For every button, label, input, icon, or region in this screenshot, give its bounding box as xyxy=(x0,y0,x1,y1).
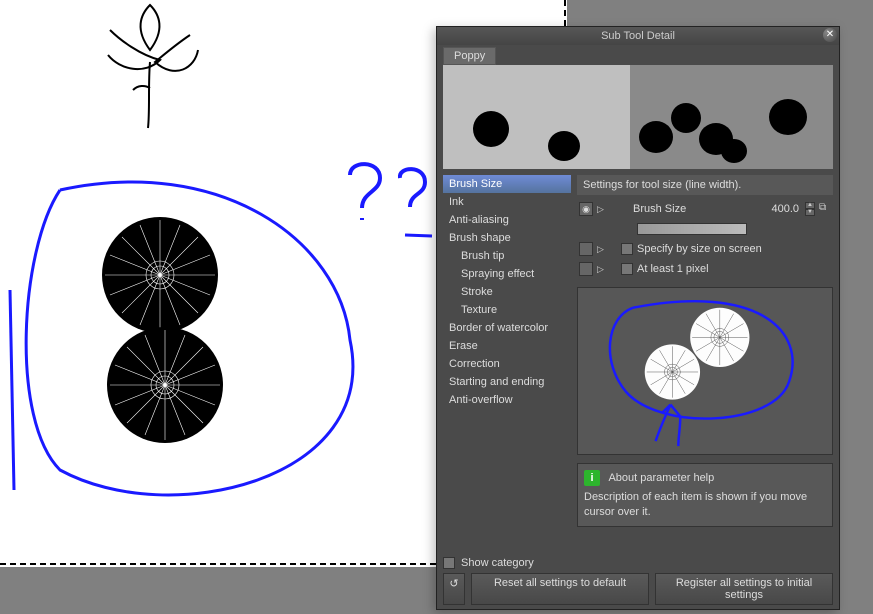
category-item[interactable]: Spraying effect xyxy=(443,265,571,283)
category-item[interactable]: Anti-overflow xyxy=(443,391,571,409)
brush-stroke-preview xyxy=(443,65,833,169)
specify-checkbox[interactable] xyxy=(621,243,633,255)
brush-size-value[interactable] xyxy=(751,201,801,217)
info-icon: i xyxy=(584,470,600,486)
category-item[interactable]: Stroke xyxy=(443,283,571,301)
eye-toggle-icon[interactable]: ◉ xyxy=(579,202,593,216)
atleast-label: At least 1 pixel xyxy=(637,263,709,275)
eye-toggle-icon[interactable] xyxy=(579,242,593,256)
settings-heading: Settings for tool size (line width). xyxy=(577,175,833,195)
panel-titlebar[interactable]: Sub Tool Detail ✕ xyxy=(437,27,839,45)
atleast-checkbox[interactable] xyxy=(621,263,633,275)
help-body: Description of each item is shown if you… xyxy=(584,490,826,520)
category-item[interactable]: Brush tip xyxy=(443,247,571,265)
category-item[interactable]: Starting and ending xyxy=(443,373,571,391)
category-list: Brush SizeInkAnti-aliasingBrush shapeBru… xyxy=(443,175,571,565)
show-category-checkbox[interactable] xyxy=(443,557,455,569)
category-item[interactable]: Border of watercolor xyxy=(443,319,571,337)
category-item[interactable]: Texture xyxy=(443,301,571,319)
close-icon[interactable]: ✕ xyxy=(823,28,837,42)
brush-size-label: Brush Size xyxy=(633,203,686,215)
brush-name-tab[interactable]: Poppy xyxy=(443,47,496,65)
category-item[interactable]: Correction xyxy=(443,355,571,373)
reset-button[interactable]: Reset all settings to default xyxy=(471,573,649,605)
eye-toggle-icon[interactable] xyxy=(579,262,593,276)
category-item[interactable]: Erase xyxy=(443,337,571,355)
expand-icon[interactable]: ▷ xyxy=(597,242,607,256)
panel-title: Sub Tool Detail xyxy=(601,30,675,42)
brush-size-slider[interactable] xyxy=(637,223,747,235)
controls: ◉ ▷ Brush Size ▲ ▼ ⧉ xyxy=(577,199,833,279)
revert-icon-button[interactable]: ↺ xyxy=(443,573,465,605)
stepper-down-icon[interactable]: ▼ xyxy=(805,209,815,216)
help-title: About parameter help xyxy=(608,472,714,484)
category-item[interactable]: Anti-aliasing xyxy=(443,211,571,229)
stepper-up-icon[interactable]: ▲ xyxy=(805,202,815,209)
help-box: i About parameter help Description of ea… xyxy=(577,463,833,527)
subtool-detail-panel: Sub Tool Detail ✕ Poppy Brush SizeInkAnt… xyxy=(436,26,840,610)
category-item[interactable]: Brush shape xyxy=(443,229,571,247)
category-item[interactable]: Brush Size xyxy=(443,175,571,193)
category-item[interactable]: Ink xyxy=(443,193,571,211)
expand-icon[interactable]: ▷ xyxy=(597,262,607,276)
expand-icon[interactable]: ▷ xyxy=(597,202,607,216)
register-button[interactable]: Register all settings to initial setting… xyxy=(655,573,833,605)
show-category-label: Show category xyxy=(461,557,534,569)
specify-label: Specify by size on screen xyxy=(637,243,762,255)
link-icon[interactable]: ⧉ xyxy=(819,202,831,216)
brush-sample-preview xyxy=(577,287,833,455)
